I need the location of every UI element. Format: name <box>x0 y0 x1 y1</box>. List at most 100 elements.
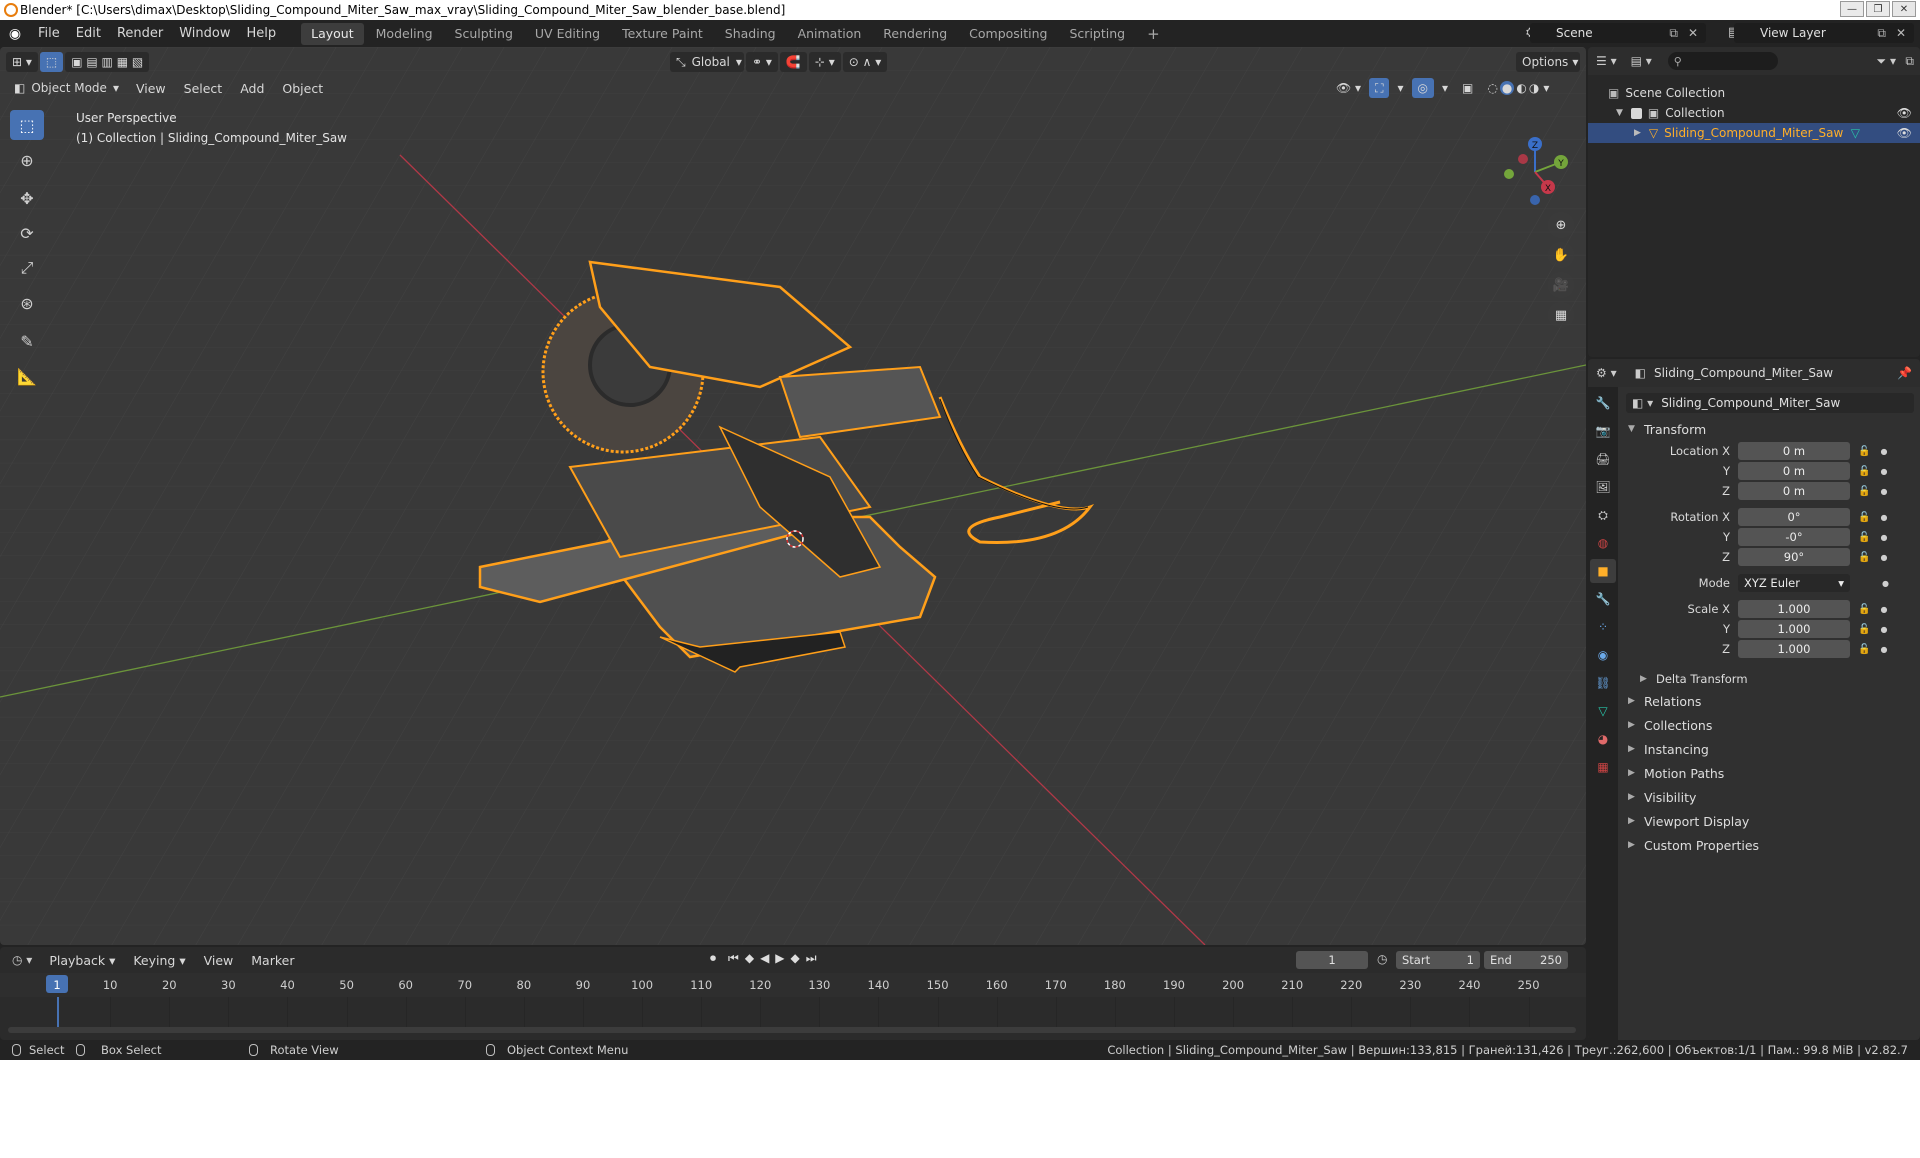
options-button[interactable]: Options ▾ <box>1516 52 1580 72</box>
render-tab-icon[interactable]: 📷 <box>1590 419 1616 443</box>
custom-properties-panel-header[interactable]: ▶ Custom Properties <box>1618 833 1920 857</box>
scale-z-field[interactable]: 1.000 <box>1738 640 1850 658</box>
motion-paths-panel-header[interactable]: ▶ Motion Paths <box>1618 761 1920 785</box>
wireframe-shading-icon[interactable]: ◌ <box>1487 81 1497 95</box>
viewport-menu-select[interactable]: Select <box>175 81 232 96</box>
end-frame-field[interactable]: End 250 <box>1484 951 1568 969</box>
menu-render[interactable]: Render <box>109 20 171 47</box>
gizmo-dropdown[interactable]: ▾ <box>1391 78 1409 98</box>
scene-selector[interactable]: Scene ⧉ ✕ <box>1530 23 1706 43</box>
record-icon[interactable]: ⏺ <box>710 951 716 966</box>
outliner-row-scene-collection[interactable]: ▣ Scene Collection <box>1588 83 1920 103</box>
new-scene-icon[interactable]: ⧉ <box>1669 26 1678 41</box>
camera-icon[interactable]: 🎥 <box>1548 272 1574 298</box>
close-button[interactable]: ✕ <box>1892 1 1916 17</box>
timeline-menu-playback[interactable]: Playback ▾ <box>40 953 124 968</box>
tab-rendering[interactable]: Rendering <box>873 23 957 45</box>
solid-shading-icon[interactable]: ● <box>1499 81 1515 95</box>
lock-icon[interactable]: 🔓 <box>1858 644 1870 655</box>
tab-texture-paint[interactable]: Texture Paint <box>612 23 713 45</box>
chevron-down-icon[interactable]: ▾ <box>1543 81 1549 95</box>
keyframe-dot-icon[interactable]: ● <box>1880 625 1887 634</box>
keyframe-dot-icon[interactable]: ● <box>1880 487 1887 496</box>
select-mode-button[interactable]: ⬚ <box>39 52 64 72</box>
rendered-shading-icon[interactable]: ◑ <box>1529 81 1539 95</box>
timeline-menu-marker[interactable]: Marker <box>242 953 303 968</box>
lock-icon[interactable]: 🔓 <box>1858 532 1870 543</box>
maximize-button[interactable]: ❐ <box>1866 1 1890 17</box>
delete-scene-icon[interactable]: ✕ <box>1688 26 1698 40</box>
pivot-dropdown[interactable]: ⚭ ▾ <box>746 52 778 72</box>
play-icon[interactable]: ▶ <box>775 951 784 966</box>
visibility-panel-header[interactable]: ▶ Visibility <box>1618 785 1920 809</box>
properties-editor-type-icon[interactable]: ⚙ ▾ <box>1596 366 1617 380</box>
start-frame-field[interactable]: Start 1 <box>1396 951 1480 969</box>
menu-file[interactable]: File <box>30 20 68 47</box>
viewport-menu-add[interactable]: Add <box>231 81 273 96</box>
jump-end-icon[interactable]: ⏭ <box>806 951 817 966</box>
expand-arrow-icon[interactable]: ▶ <box>1634 128 1641 138</box>
particles-tab-icon[interactable]: ⁘ <box>1590 615 1616 639</box>
object-tab-icon[interactable]: ■ <box>1590 559 1616 583</box>
viewport-menu-view[interactable]: View <box>127 81 175 96</box>
snap-target-dropdown[interactable]: ⊹ ▾ <box>808 52 841 72</box>
outliner-row-collection[interactable]: ▼ ▣ Collection 👁 <box>1588 103 1920 123</box>
menu-edit[interactable]: Edit <box>68 20 109 47</box>
collections-panel-header[interactable]: ▶ Collections <box>1618 713 1920 737</box>
rotate-icon[interactable]: ⟳ <box>10 218 44 248</box>
jump-start-icon[interactable]: ⏮ <box>728 951 739 966</box>
timeline-editor-type-icon[interactable]: ◷ ▾ <box>12 953 32 967</box>
editor-type-button[interactable]: ⊞ ▾ <box>6 52 38 72</box>
shading-modes[interactable]: ◌ ● ◐ ◑ ▾ <box>1481 78 1555 98</box>
lock-icon[interactable]: 🔓 <box>1858 446 1870 457</box>
proportional-edit-toggle[interactable]: ⊙ ∧ ▾ <box>842 52 888 72</box>
3d-viewport[interactable]: ⊞ ▾ ⬚ ▣ ▤ ▥ ▦ ▧ ⤡ Global ▾ ⚭ ▾ 🧲 ⊹ ▾ ⊙ ∧… <box>0 47 1586 945</box>
keyframe-dot-icon[interactable]: ● <box>1880 645 1887 654</box>
object-name-field[interactable]: ◧ ▾ Sliding_Compound_Miter_Saw <box>1626 393 1914 413</box>
mode-dropdown[interactable]: ◧ Object Mode ▾ <box>8 78 125 98</box>
cursor-icon[interactable]: ⊕ <box>10 145 44 175</box>
pin-icon[interactable]: 📌 <box>1897 366 1912 380</box>
menu-window[interactable]: Window <box>171 20 238 47</box>
transform-icon[interactable]: ⊛ <box>10 288 44 318</box>
outliner-row-object[interactable]: ▶ ▽ Sliding_Compound_Miter_Saw ▽ 👁 <box>1588 123 1920 143</box>
new-view-layer-icon[interactable]: ⧉ <box>1877 26 1886 41</box>
view-layer-tab-icon[interactable]: 🖼 <box>1590 475 1616 499</box>
lock-icon[interactable]: 🔓 <box>1858 512 1870 523</box>
navigation-gizmo[interactable]: Z Y X <box>1495 132 1575 212</box>
eye-icon[interactable]: 👁 <box>1897 106 1912 120</box>
display-mode-icon[interactable]: ▤ ▾ <box>1631 54 1652 68</box>
expand-arrow-icon[interactable]: ▼ <box>1616 108 1623 118</box>
minimize-button[interactable]: — <box>1840 1 1864 17</box>
checkbox-icon[interactable] <box>1630 107 1642 119</box>
keyframe-dot-icon[interactable]: ● <box>1880 513 1887 522</box>
mesh-data-icon[interactable]: ▽ <box>1851 126 1860 140</box>
move-icon[interactable]: ✥ <box>10 183 44 213</box>
annotate-icon[interactable]: ✎ <box>10 326 44 356</box>
snap-toggle[interactable]: 🧲 <box>779 52 807 72</box>
tool-tab-icon[interactable]: 🔧 <box>1590 391 1616 415</box>
scale-icon[interactable]: ⤢ <box>10 253 44 283</box>
grid-icon[interactable]: ▦ <box>1548 302 1574 328</box>
new-collection-icon[interactable]: ⧉ <box>1905 54 1914 69</box>
rotation-y-field[interactable]: -0° <box>1738 528 1850 546</box>
tab-modeling[interactable]: Modeling <box>366 23 443 45</box>
tab-scripting[interactable]: Scripting <box>1060 23 1136 45</box>
rotation-x-field[interactable]: 0° <box>1738 508 1850 526</box>
texture-tab-icon[interactable]: ▦ <box>1590 755 1616 779</box>
output-tab-icon[interactable]: 🖨 <box>1590 447 1616 471</box>
keyframe-dot-icon[interactable]: ● <box>1880 533 1887 542</box>
lock-icon[interactable]: 🔓 <box>1858 552 1870 563</box>
gizmo-toggle[interactable]: ⛶ <box>1369 78 1390 98</box>
hand-icon[interactable]: ✋ <box>1548 242 1574 268</box>
lock-icon[interactable]: 🔓 <box>1858 466 1870 477</box>
timeline-scrollbar[interactable] <box>8 1027 1576 1033</box>
delete-view-layer-icon[interactable]: ✕ <box>1896 26 1906 40</box>
keyframe-dot-icon[interactable]: ● <box>1880 605 1887 614</box>
physics-tab-icon[interactable]: ◉ <box>1590 643 1616 667</box>
location-z-field[interactable]: 0 m <box>1738 482 1850 500</box>
transform-panel-header[interactable]: ▼ Transform <box>1618 417 1920 441</box>
xray-toggle[interactable]: ▣ <box>1456 78 1479 98</box>
keyframe-dot-icon[interactable]: ● <box>1880 467 1887 476</box>
viewport-scene[interactable] <box>0 47 1586 945</box>
